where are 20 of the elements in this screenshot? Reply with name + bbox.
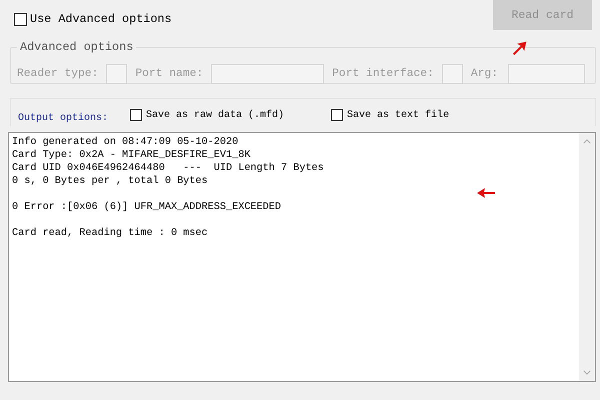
output-text-area[interactable] <box>8 132 596 382</box>
field-label: Port name: <box>135 68 204 80</box>
scroll-down-icon[interactable] <box>583 370 591 375</box>
log-line: 0 s, 0 Bytes per , total 0 Bytes <box>12 175 208 188</box>
field-label: Arg: <box>470 68 498 80</box>
log-line: Card UID 0x046E4962464480 --- UID Length 7 Bytes <box>12 162 324 175</box>
group-title: Advanced options <box>19 40 134 54</box>
scrollbar[interactable] <box>579 133 595 381</box>
save-checkbox[interactable]: Save as raw data (.mfd) <box>130 109 284 121</box>
arrow-icon <box>476 187 496 199</box>
output-options-label: Output options: <box>18 113 108 124</box>
field-label: Port interface: <box>332 68 434 80</box>
field-label: Reader type: <box>17 68 98 80</box>
log-line: Info generated on 08:47:09 05-10-2020 <box>12 136 238 149</box>
log-line: Card read, Reading time : 0 msec <box>12 227 208 240</box>
log-line: Card Type: 0x2A - MIFARE_DESFIRE_EV1_8K <box>12 149 250 162</box>
save-checkbox[interactable]: Save as text file <box>331 109 450 121</box>
scroll-up-icon[interactable] <box>583 139 591 144</box>
use-advanced-checkbox[interactable]: Use Advanced options <box>14 12 172 26</box>
log-line: 0 Error :[0x06 (6)] UFR_MAX_ADDRESS_EXCEEDED <box>12 201 281 214</box>
